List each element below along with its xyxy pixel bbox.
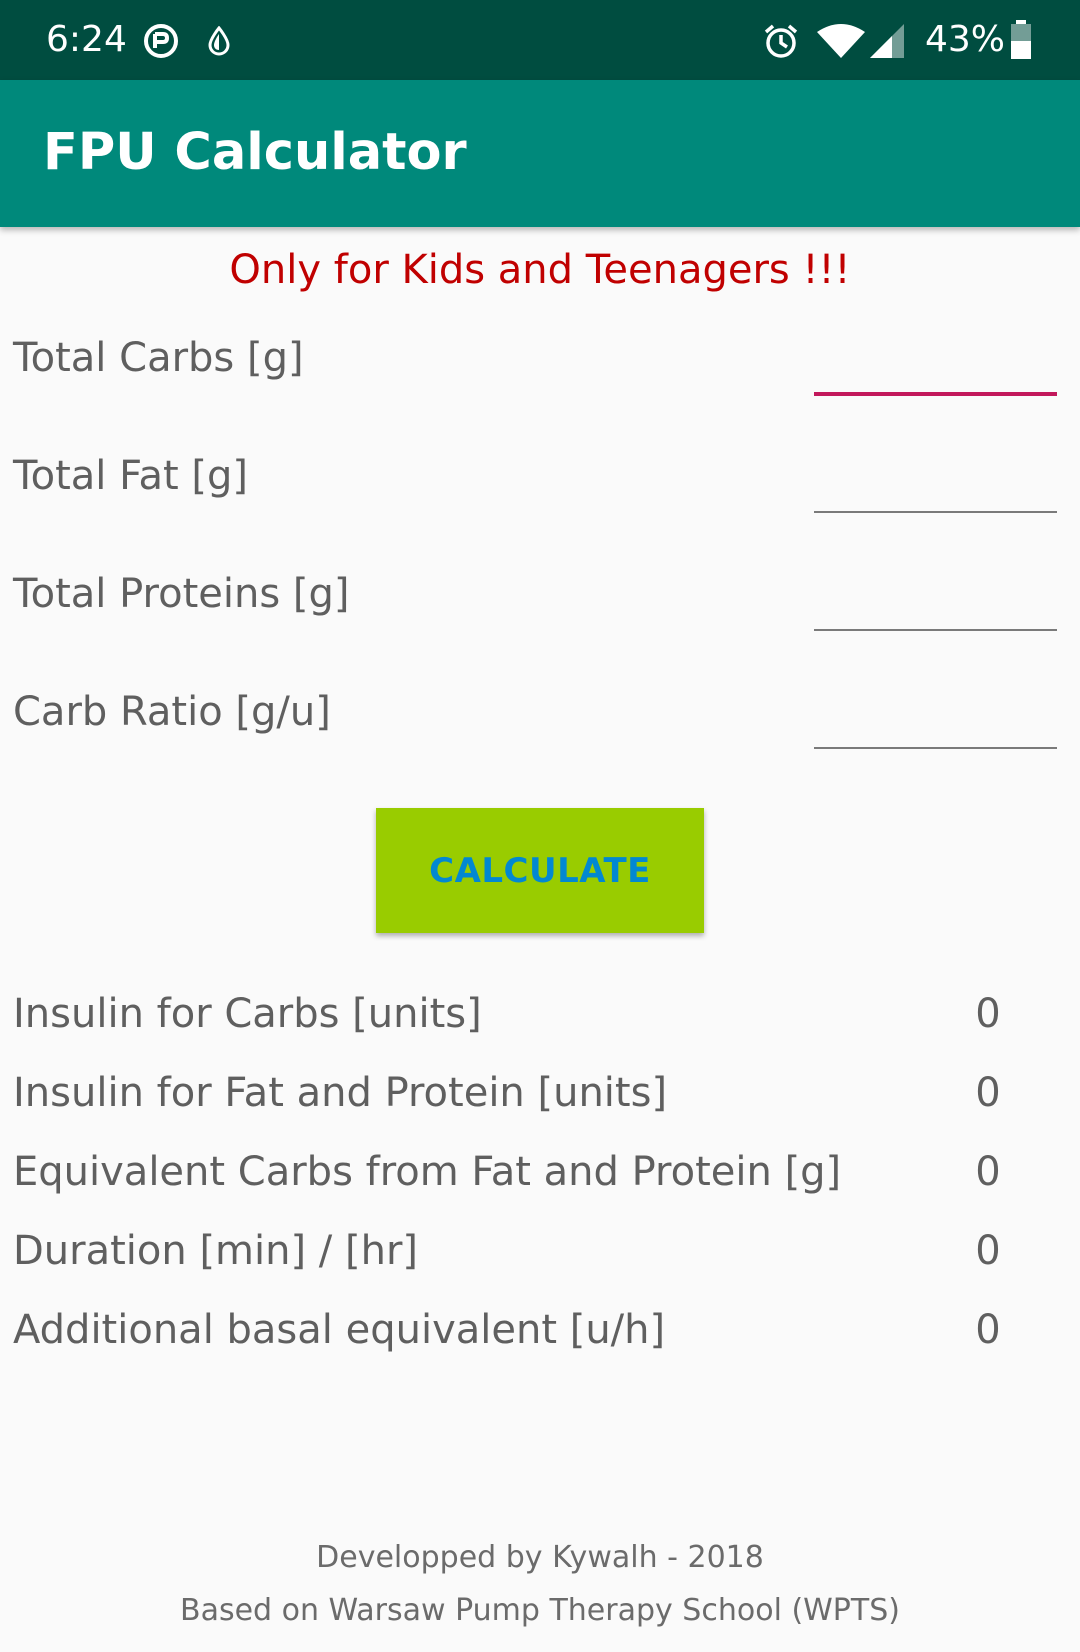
insulin-carbs-label: Insulin for Carbs [units] [13,991,482,1037]
status-bar: 6:24 43% [0,0,1080,80]
carb-ratio-input[interactable] [814,699,1057,749]
app-bar: FPU Calculator [0,80,1080,227]
battery-percent: 43% [925,19,1006,60]
wifi-icon [815,24,867,64]
water-drop-icon [206,25,232,60]
total-proteins-input[interactable] [814,581,1057,631]
footer-based-on: Based on Warsaw Pump Therapy School (WPT… [180,1593,900,1628]
calculate-button[interactable]: CALCULATE [376,808,704,933]
total-fat-input[interactable] [814,463,1057,513]
status-time: 6:24 [46,19,127,60]
duration-value: 0 [975,1228,1001,1274]
total-carbs-label: Total Carbs [g] [13,335,304,381]
warning-text: Only for Kids and Teenagers !!! [229,247,851,293]
insulin-fat-protein-value: 0 [975,1070,1001,1116]
equivalent-carbs-label: Equivalent Carbs from Fat and Protein [g… [13,1149,842,1195]
total-carbs-input[interactable] [814,346,1057,396]
equivalent-carbs-value: 0 [975,1149,1001,1195]
additional-basal-value: 0 [975,1307,1001,1353]
insulin-carbs-value: 0 [975,991,1001,1037]
additional-basal-label: Additional basal equivalent [u/h] [13,1307,666,1353]
alarm-icon [762,22,800,64]
total-proteins-label: Total Proteins [g] [13,571,350,617]
footer-developer: Developped by Kywalh - 2018 [316,1540,764,1575]
signal-icon [870,24,906,62]
insulin-fat-protein-label: Insulin for Fat and Protein [units] [13,1070,668,1116]
duration-label: Duration [min] / [hr] [13,1228,418,1274]
total-fat-label: Total Fat [g] [13,453,248,499]
vpn-key-icon [142,22,180,64]
app-title: FPU Calculator [43,123,467,182]
carb-ratio-label: Carb Ratio [g/u] [13,689,331,735]
battery-icon [1010,20,1032,64]
